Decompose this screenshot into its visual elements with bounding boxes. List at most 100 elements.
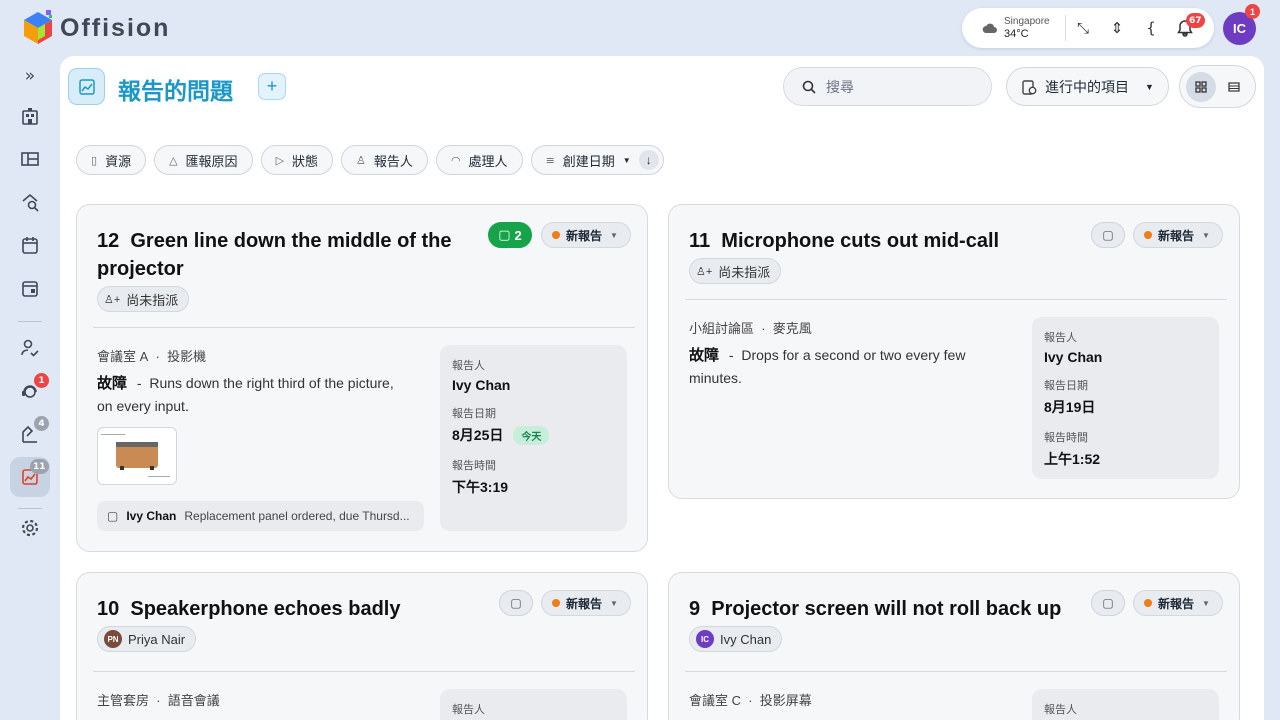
assignee-chip[interactable]: IC Ivy Chan	[689, 626, 783, 652]
grid-view-icon[interactable]	[1186, 71, 1217, 102]
top-bar: Offision Singapore 34°C ⤡ ⇕ { 67 IC 1	[0, 0, 1280, 56]
reporter-label: 報告人	[1044, 332, 1077, 344]
filter-status[interactable]: ▷ 狀態	[260, 145, 334, 175]
status-label: 新報告	[566, 228, 603, 243]
calendar-icon[interactable]	[10, 225, 50, 265]
issue-title-text: Microphone cuts out mid-call	[721, 230, 1000, 252]
page-title: 報告的問題	[118, 78, 233, 104]
status-dropdown[interactable]: 新報告 ▼	[541, 590, 631, 616]
maintenance-badge: 4	[34, 416, 49, 431]
card-divider	[685, 671, 1227, 672]
sidebar-divider	[18, 321, 42, 322]
fullscreen-icon[interactable]: ⤡	[1066, 11, 1100, 45]
issue-card[interactable]: 9 Projector screen will not roll back up…	[668, 572, 1240, 720]
building-icon[interactable]	[10, 96, 50, 136]
weather-temp: 34°C	[1004, 28, 1029, 40]
reporter-label: 報告人	[1044, 704, 1077, 716]
assignee-label: 尚未指派	[126, 292, 179, 308]
comments-button[interactable]: ▢	[1091, 590, 1125, 616]
filter-handler[interactable]: ◠ 處理人	[435, 145, 523, 175]
add-person-icon: ♙+	[696, 265, 713, 278]
user-check-icon[interactable]	[10, 328, 50, 368]
comments-button[interactable]: ▢	[499, 590, 533, 616]
support-agent-icon[interactable]: 1	[10, 371, 50, 411]
date-label: 報告日期	[1044, 380, 1088, 392]
issue-title: 12 Green line down the middle of the pro…	[97, 227, 477, 283]
shapes-icon: △	[169, 153, 178, 167]
report-chart-icon	[68, 68, 105, 105]
reported-issues-icon[interactable]: 11	[10, 457, 50, 497]
description-text: Runs down the right third of the picture…	[97, 375, 394, 414]
comment-icon: ▢	[1102, 596, 1114, 610]
floorplan-icon[interactable]	[10, 139, 50, 179]
status-dropdown[interactable]: 新報告 ▼	[1133, 590, 1223, 616]
time-label: 報告時間	[1044, 432, 1088, 444]
reporter-label: 報告人	[452, 704, 485, 716]
reporter-name: Ivy Chan	[452, 377, 511, 393]
chevron-down-icon: ▼	[1145, 81, 1154, 92]
report-info-panel: 報告人	[440, 689, 627, 720]
assignee-avatar: PN	[104, 630, 122, 648]
code-braces-icon[interactable]: {	[1134, 11, 1168, 45]
issue-description: 故障 - Runs down the right third of the pi…	[97, 375, 394, 414]
caret-down-icon: ▼	[1202, 230, 1210, 240]
app-logo[interactable]: Offision	[22, 10, 170, 46]
weather-city: Singapore	[1004, 16, 1050, 27]
search-building-icon[interactable]	[10, 182, 50, 222]
search-input[interactable]: 搜尋	[783, 67, 992, 106]
issue-card[interactable]: 11 Microphone cuts out mid-call ▢ 新報告 ▼ ♙…	[668, 204, 1240, 499]
assign-button[interactable]: ♙+ 尚未指派	[689, 258, 782, 284]
resource-icon: ▯	[91, 153, 98, 167]
headset-icon: ◠	[450, 153, 461, 167]
notification-count-badge: 67	[1186, 13, 1205, 28]
sort-direction-icon[interactable]: ↓	[638, 150, 659, 170]
attachment-thumbnail[interactable]	[97, 427, 177, 485]
comments-button[interactable]: ▢ 2	[488, 222, 532, 248]
sort-created-date[interactable]: ≡ 創建日期 ▼ ↓	[530, 145, 664, 175]
time-label: 報告時間	[452, 460, 496, 472]
issue-category: 故障	[689, 347, 720, 364]
comments-button[interactable]: ▢	[1091, 222, 1125, 248]
issue-card[interactable]: 12 Green line down the middle of the pro…	[76, 204, 648, 552]
user-avatar[interactable]: IC 1	[1223, 4, 1260, 45]
project-filter-dropdown[interactable]: 進行中的項目 ▼	[1006, 67, 1169, 106]
issue-id: 10	[97, 598, 120, 620]
view-toggle	[1179, 65, 1256, 108]
calendar-event-icon[interactable]	[10, 268, 50, 308]
latest-comment[interactable]: ▢ Ivy Chan Replacement panel ordered, due …	[97, 501, 424, 531]
expand-height-icon[interactable]: ⇕	[1100, 11, 1134, 45]
filter-bar: ▯ 資源 △ 匯報原因 ▷ 狀態 ♙ 報告人 ◠ 處理人 ≡ 創建日期 ▼ ↓	[76, 145, 664, 175]
location: 會議室 C	[689, 693, 742, 708]
status-dot	[1144, 231, 1152, 239]
issue-card[interactable]: 10 Speakerphone echoes badly ▢ 新報告 ▼ PN Pr…	[76, 572, 648, 720]
tag-icon: ▷	[275, 153, 285, 167]
status-dropdown[interactable]: 新報告 ▼	[541, 222, 631, 248]
logo-cube-icon	[22, 10, 54, 46]
add-issue-button[interactable]: +	[258, 73, 286, 100]
filter-reason[interactable]: △ 匯報原因	[154, 145, 253, 175]
report-info-panel: 報告人 Ivy Chan 報告日期 8月19日 報告時間 上午1:52	[1032, 317, 1219, 479]
comment-icon: ▢	[498, 227, 511, 242]
assignee-label: Ivy Chan	[720, 631, 772, 647]
issue-title: 10 Speakerphone echoes badly	[97, 595, 477, 623]
comment-icon: ▢	[510, 596, 522, 610]
expand-sidebar-icon[interactable]: »	[10, 56, 50, 96]
location-line: 會議室 A · 投影機	[97, 349, 207, 364]
sort-lines-icon: ≡	[545, 153, 555, 167]
filter-label: 資源	[105, 153, 132, 169]
notifications-bell-icon[interactable]: 67	[1168, 11, 1205, 45]
assignee-chip[interactable]: PN Priya Nair	[97, 626, 197, 652]
assign-button[interactable]: ♙+ 尚未指派	[97, 286, 190, 312]
filter-reporter[interactable]: ♙ 報告人	[341, 145, 428, 175]
filter-resource[interactable]: ▯ 資源	[76, 145, 147, 175]
comment-icon: ▢	[1102, 228, 1114, 242]
settings-gear-icon[interactable]	[10, 508, 50, 548]
report-info-panel: 報告人	[1032, 689, 1219, 720]
sidebar: » 1 4 11	[0, 56, 60, 720]
plus-icon: +	[266, 76, 278, 96]
list-view-icon[interactable]	[1219, 72, 1249, 102]
reporter-name: Ivy Chan	[1044, 349, 1103, 365]
status-dropdown[interactable]: 新報告 ▼	[1133, 222, 1223, 248]
comment-text: Replacement panel ordered, due Thursd...	[184, 509, 410, 523]
maintenance-icon[interactable]: 4	[10, 414, 50, 454]
